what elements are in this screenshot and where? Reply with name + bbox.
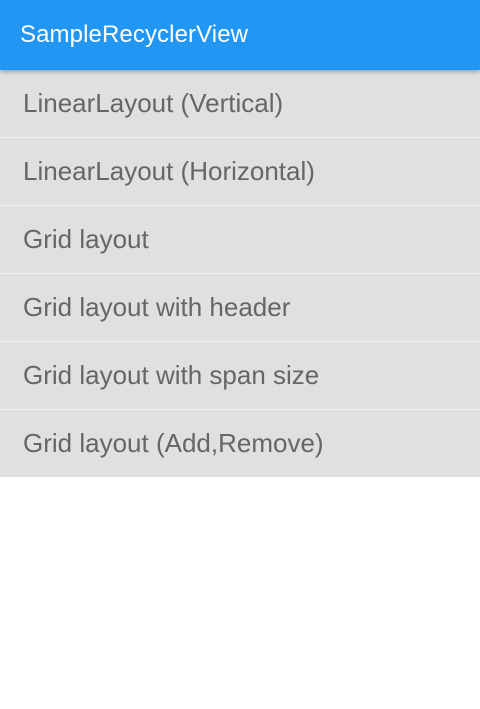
list-item-label: LinearLayout (Horizontal)	[23, 156, 315, 186]
recycler-list[interactable]: LinearLayout (Vertical) LinearLayout (Ho…	[0, 70, 480, 477]
list-item-linear-vertical[interactable]: LinearLayout (Vertical)	[0, 70, 480, 138]
list-item-label: Grid layout with header	[23, 292, 291, 322]
list-item-grid-header[interactable]: Grid layout with header	[0, 274, 480, 342]
list-item-grid[interactable]: Grid layout	[0, 206, 480, 274]
list-item-label: Grid layout with span size	[23, 360, 320, 390]
app-title: SampleRecyclerView	[20, 21, 249, 48]
list-item-linear-horizontal[interactable]: LinearLayout (Horizontal)	[0, 138, 480, 206]
list-item-grid-span-size[interactable]: Grid layout with span size	[0, 342, 480, 410]
list-item-label: Grid layout (Add,Remove)	[23, 428, 324, 458]
screen: SampleRecyclerView LinearLayout (Vertica…	[0, 0, 480, 709]
list-item-label: LinearLayout (Vertical)	[23, 88, 284, 118]
list-item-grid-add-remove[interactable]: Grid layout (Add,Remove)	[0, 410, 480, 477]
list-item-label: Grid layout	[23, 224, 149, 254]
app-bar: SampleRecyclerView	[0, 0, 480, 70]
